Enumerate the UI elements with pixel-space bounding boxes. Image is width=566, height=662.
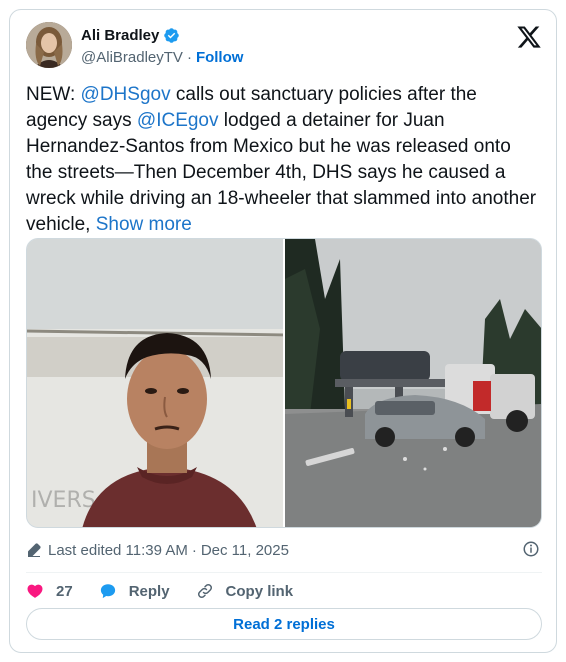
- link-icon: [197, 583, 212, 599]
- copy-link-button[interactable]: Copy link: [196, 582, 294, 600]
- edited-label[interactable]: Last edited 11:39 AM: [48, 542, 188, 559]
- display-name-row: Ali Bradley: [81, 25, 243, 45]
- x-logo-icon[interactable]: [516, 24, 542, 50]
- tweet-text: NEW: @DHSgov calls out sanctuary policie…: [26, 82, 542, 238]
- pencil-icon: [28, 543, 41, 557]
- reply-button[interactable]: Reply: [99, 582, 170, 600]
- tweet-date[interactable]: Dec 11, 2025: [201, 542, 289, 559]
- mention-link-icegov[interactable]: @ICEgov: [137, 110, 219, 131]
- action-bar: 27 Reply Copy link: [26, 578, 319, 604]
- divider: [26, 572, 542, 573]
- handle[interactable]: @AliBradleyTV: [81, 49, 183, 66]
- tweet-card: Ali Bradley @AliBradleyTV · Follow NEW: …: [9, 9, 557, 653]
- media-grid: IVERS: [26, 238, 542, 528]
- media-image-crash-scene[interactable]: [285, 239, 541, 527]
- follow-link[interactable]: Follow: [196, 49, 244, 66]
- media-image-portrait[interactable]: IVERS: [27, 239, 283, 527]
- tweet-meta: Last edited 11:39 AM · Dec 11, 2025: [26, 540, 542, 560]
- like-button[interactable]: 27: [26, 582, 73, 600]
- avatar[interactable]: [26, 22, 72, 68]
- author-names: Ali Bradley @AliBradleyTV · Follow: [81, 25, 243, 67]
- copy-link-label: Copy link: [225, 582, 294, 600]
- tweet-header: Ali Bradley @AliBradleyTV · Follow: [26, 22, 542, 70]
- display-name[interactable]: Ali Bradley: [81, 27, 159, 44]
- heart-icon: [27, 584, 43, 598]
- info-icon[interactable]: [522, 540, 540, 558]
- read-replies-button[interactable]: Read 2 replies: [26, 608, 542, 640]
- reply-label: Reply: [128, 582, 170, 600]
- handle-row: @AliBradleyTV · Follow: [81, 47, 243, 67]
- reply-bubble-icon: [100, 584, 115, 599]
- mention-link-dhsgov[interactable]: @DHSgov: [81, 84, 171, 105]
- like-count: 27: [56, 582, 73, 600]
- show-more-link[interactable]: Show more: [96, 214, 192, 235]
- verified-badge-icon: [164, 27, 180, 43]
- svg-text:IVERS: IVERS: [31, 488, 96, 513]
- tweet-text-segment: NEW:: [26, 84, 81, 105]
- handle-separator: ·: [186, 48, 192, 66]
- meta-separator: ·: [191, 541, 197, 559]
